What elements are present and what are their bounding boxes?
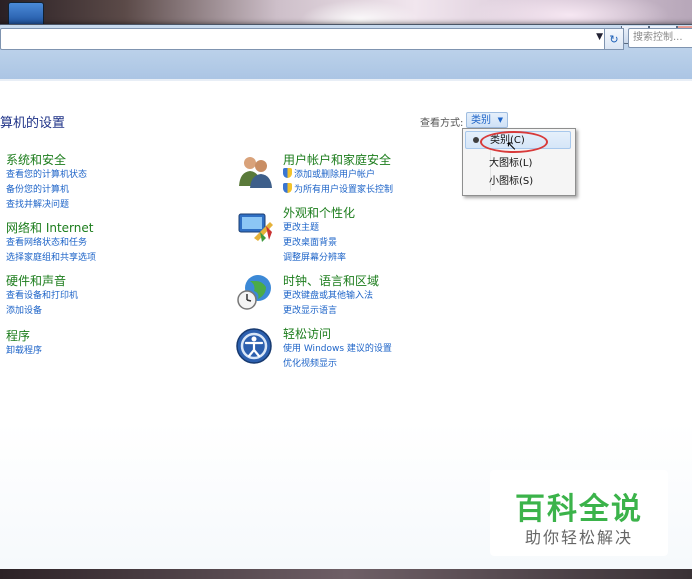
category-link[interactable]: 使用 Windows 建议的设置 [283, 342, 392, 357]
category-ease-of-access: 轻松访问 使用 Windows 建议的设置 优化视频显示 [283, 326, 392, 372]
category-link-label: 为所有用户设置家长控制 [294, 185, 394, 195]
watermark: 百科全说 助你轻松解决 [490, 470, 668, 556]
watermark-subtitle: 助你轻松解决 [524, 528, 633, 547]
category-link[interactable]: 优化视频显示 [283, 357, 392, 372]
category-appearance: 外观和个性化 更改主题 更改桌面背景 调整屏幕分辨率 [283, 205, 355, 266]
category-link[interactable]: 添加或删除用户帐户 [283, 168, 393, 183]
address-dropdown-icon[interactable]: ▼ [596, 32, 603, 42]
refresh-icon: ↻ [609, 32, 619, 46]
category-link[interactable]: 更改显示语言 [283, 304, 379, 319]
category-clock-language-region: 时钟、语言和区域 更改键盘或其他输入法 更改显示语言 [283, 273, 379, 319]
category-link[interactable]: 查找并解决问题 [6, 198, 87, 213]
watermark-title: 百科全说 [515, 492, 643, 527]
view-by-dropdown[interactable]: 类别 ▼ [466, 112, 508, 128]
view-by-value: 类别 [471, 115, 491, 126]
ease-of-access-icon[interactable] [235, 327, 273, 365]
category-link[interactable]: 选择家庭组和共享选项 [6, 251, 96, 266]
menu-item-large-icons[interactable]: 大图标(L) [465, 155, 571, 173]
category-link[interactable]: 为所有用户设置家长控制 [283, 183, 393, 198]
category-link[interactable]: 查看网络状态和任务 [6, 236, 96, 251]
uac-shield-icon [283, 168, 292, 178]
search-placeholder: 搜索控制... [633, 32, 683, 43]
address-bar[interactable]: ▼ [0, 28, 606, 50]
category-title[interactable]: 硬件和声音 [6, 273, 78, 289]
chevron-down-icon: ▼ [497, 116, 503, 124]
refresh-button[interactable]: ↻ [604, 28, 624, 50]
mouse-cursor-icon: ↖ [506, 139, 517, 154]
view-by-label: 查看方式: [420, 118, 464, 129]
category-hardware-sound: 硬件和声音 查看设备和打印机 添加设备 [6, 273, 78, 319]
category-link[interactable]: 查看设备和打印机 [6, 289, 78, 304]
category-link[interactable]: 添加设备 [6, 304, 78, 319]
menu-item-small-icons[interactable]: 小图标(S) [465, 173, 571, 191]
category-link[interactable]: 更改主题 [283, 221, 355, 236]
category-link[interactable]: 更改键盘或其他输入法 [283, 289, 379, 304]
category-system-security: 系统和安全 查看您的计算机状态 备份您的计算机 查找并解决问题 [6, 152, 87, 213]
users-icon[interactable] [236, 152, 274, 190]
content-divider [0, 79, 692, 81]
desktop-bottom-strip [0, 569, 692, 579]
radio-bullet-icon [473, 137, 479, 143]
menu-item-label: 大图标(L) [489, 158, 533, 169]
category-title[interactable]: 外观和个性化 [283, 205, 355, 221]
category-user-accounts: 用户帐户和家庭安全 添加或删除用户帐户 为所有用户设置家长控制 [283, 152, 393, 198]
category-link-label: 添加或删除用户帐户 [294, 170, 376, 180]
category-title[interactable]: 程序 [6, 328, 42, 344]
category-link[interactable]: 备份您的计算机 [6, 183, 87, 198]
category-network: 网络和 Internet 查看网络状态和任务 选择家庭组和共享选项 [6, 220, 96, 266]
appearance-icon[interactable] [236, 208, 274, 246]
search-input[interactable]: 搜索控制... ⚲ [628, 28, 692, 48]
category-title[interactable]: 用户帐户和家庭安全 [283, 152, 393, 168]
category-programs: 程序 卸载程序 [6, 328, 42, 359]
menu-item-label: 小图标(S) [489, 176, 534, 187]
clock-globe-icon[interactable] [236, 273, 274, 311]
category-title[interactable]: 轻松访问 [283, 326, 392, 342]
category-title[interactable]: 系统和安全 [6, 152, 87, 168]
category-link[interactable]: 查看您的计算机状态 [6, 168, 87, 183]
category-title[interactable]: 网络和 Internet [6, 220, 96, 236]
page-title: 算机的设置 [0, 116, 66, 131]
uac-shield-icon [283, 183, 292, 193]
category-link[interactable]: 调整屏幕分辨率 [283, 251, 355, 266]
category-link[interactable]: 更改桌面背景 [283, 236, 355, 251]
category-link[interactable]: 卸载程序 [6, 344, 42, 359]
category-title[interactable]: 时钟、语言和区域 [283, 273, 379, 289]
